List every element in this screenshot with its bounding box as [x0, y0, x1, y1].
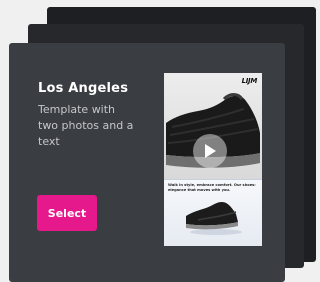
- play-icon[interactable]: [193, 134, 227, 168]
- template-preview: LIJM Walk in style, embrace comfort. Our…: [164, 73, 262, 246]
- select-button[interactable]: Select: [37, 195, 97, 231]
- template-title: Los Angeles: [38, 81, 129, 96]
- template-card[interactable]: Los Angeles Template with two photos and…: [9, 43, 285, 282]
- preview-photo-bottom: Walk in style, embrace comfort. Our shoe…: [164, 180, 262, 246]
- shoe-photo-small: [186, 202, 242, 235]
- preview-photo-top: LIJM: [164, 73, 262, 179]
- preview-tagline: Walk in style, embrace comfort. Our shoe…: [168, 183, 256, 192]
- template-description: Template with two photos and a text: [38, 103, 134, 148]
